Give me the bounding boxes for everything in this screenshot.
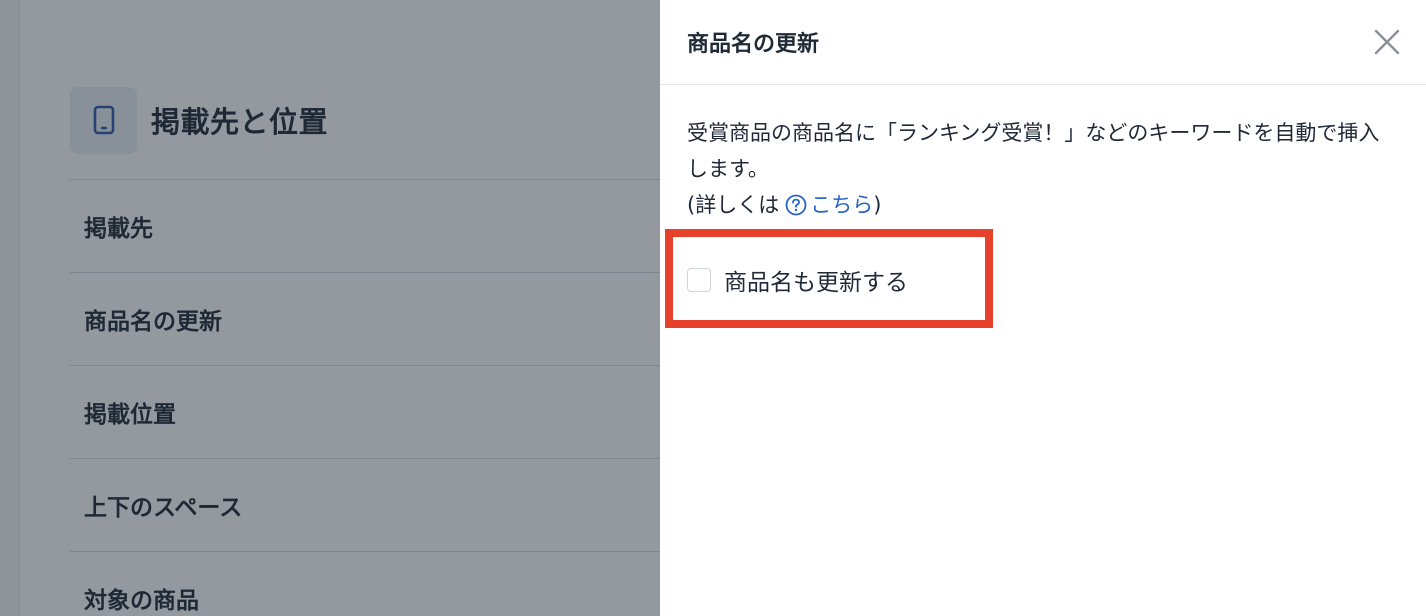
help-link[interactable]: こちら bbox=[785, 187, 873, 223]
modal-overlay[interactable] bbox=[0, 0, 660, 616]
question-circle-icon bbox=[785, 194, 807, 216]
update-product-name-checkbox[interactable] bbox=[687, 268, 711, 292]
detail-prefix: (詳しくは bbox=[687, 193, 780, 217]
description-text: 受賞商品の商品名に「ランキング受賞！」などのキーワードを自動で挿入します。 bbox=[687, 121, 1380, 181]
detail-line: (詳しくは こちら ) bbox=[687, 187, 1399, 223]
drawer-body: 受賞商品の商品名に「ランキング受賞！」などのキーワードを自動で挿入します。 (詳… bbox=[660, 85, 1426, 223]
detail-suffix: ) bbox=[873, 193, 882, 217]
checkbox-label: 商品名も更新する bbox=[724, 270, 908, 296]
close-icon bbox=[1374, 29, 1400, 55]
drawer-title: 商品名の更新 bbox=[687, 32, 820, 57]
help-link-label: こちら bbox=[810, 193, 874, 217]
update-product-name-checkbox-row[interactable]: 商品名も更新する bbox=[687, 263, 908, 297]
drawer-header: 商品名の更新 bbox=[660, 0, 1426, 85]
settings-drawer: 商品名の更新 受賞商品の商品名に「ランキング受賞！」などのキーワードを自動で挿入… bbox=[660, 0, 1426, 616]
close-button[interactable] bbox=[1370, 25, 1404, 59]
